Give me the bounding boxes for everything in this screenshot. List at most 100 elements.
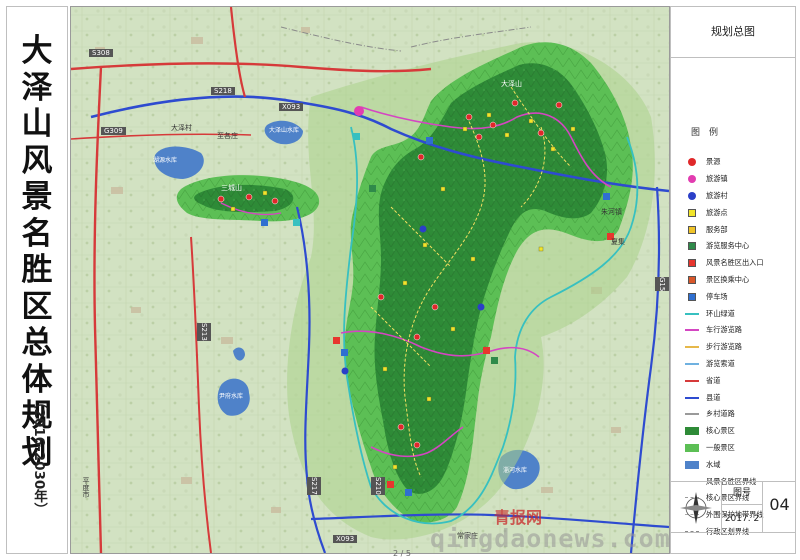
legend-symbol-square	[685, 259, 699, 268]
legend-symbol-line	[685, 410, 699, 418]
title-char: 景	[21, 179, 53, 215]
legend-label: 县道	[706, 392, 721, 402]
legend-symbol-line	[685, 394, 699, 402]
legend-label: 风景名胜区出入口	[706, 258, 764, 268]
map-heading: 规划总图	[671, 7, 795, 58]
legend-symbol-square	[685, 242, 699, 251]
scenic-area-label-west: 三城山	[221, 184, 242, 192]
legend-label: 服务部	[706, 224, 728, 234]
legend-item: 游览服务中心	[685, 238, 793, 255]
plan-years: （2016-2030年）	[31, 395, 47, 517]
legend-item: 游览索道	[685, 356, 793, 373]
road-label-s218: S218	[211, 87, 235, 95]
legend-item: 景区换乘中心	[685, 272, 793, 289]
road-label-g15: G15	[655, 277, 669, 292]
legend-label: 水域	[706, 459, 721, 469]
road-label-s217: S217	[307, 477, 321, 495]
title-char: 总	[21, 325, 53, 361]
tourist-town-marker[interactable]	[354, 106, 364, 116]
legend-item: 旅游镇	[685, 171, 793, 188]
legend-label: 景区换乘中心	[706, 274, 750, 284]
legend-item: 核心景区	[685, 423, 793, 440]
legend-item: 水域	[685, 456, 793, 473]
legend-label: 游览索道	[706, 358, 735, 368]
legend-label: 一般景区	[706, 442, 735, 452]
legend-label: 省道	[706, 375, 721, 385]
legend-symbol-area	[685, 427, 699, 436]
road-label-x093-north: X093	[279, 103, 304, 111]
plan-date: 2017. 2	[724, 514, 760, 524]
title-char: 胜	[21, 252, 53, 288]
north-arrow-cell	[671, 482, 722, 532]
scenic-area-label-north: 大泽山	[501, 80, 522, 88]
legend-item: 县道	[685, 389, 793, 406]
legend-symbol-area	[685, 443, 699, 452]
reservoir-label-southwest: 尹府水库	[219, 393, 244, 400]
legend-label: 车行游览路	[706, 325, 742, 335]
title-char: 泽	[21, 69, 53, 106]
title-char: 风	[21, 142, 53, 179]
town-label-chanzhuang: 常家庄	[457, 532, 478, 540]
reservoir-label-southeast: 淄河水库	[503, 467, 528, 474]
legend-symbol-square	[685, 225, 699, 234]
legend-item: 乡村道路	[685, 406, 793, 423]
north-arrow-icon	[680, 492, 712, 524]
title-char: 名	[21, 215, 53, 252]
road-label-s213: S213	[197, 323, 211, 341]
legend-label: 停车场	[706, 291, 728, 301]
legend-symbol-dot	[685, 158, 699, 167]
legend-symbol-square	[685, 292, 699, 301]
organization-strip	[671, 532, 795, 554]
legend-item: 景源	[685, 154, 793, 171]
title-char: 体	[21, 361, 53, 398]
title-block: 图号 04 2017. 2	[671, 481, 795, 554]
legend-symbol-dot	[685, 191, 699, 200]
legend-item: 车行游览路	[685, 322, 793, 339]
title-char: 山	[21, 106, 53, 142]
plan-sheet: 大泽山风景名胜区总体规划 （2016-2030年） S308 S218 X093…	[0, 0, 800, 560]
legend-symbol-line	[685, 343, 699, 351]
road-label-x093-south: X093	[333, 535, 358, 543]
town-label-dazecun: 大泽村	[171, 124, 192, 132]
legend-symbol-square	[685, 208, 699, 217]
map-canvas[interactable]	[71, 7, 669, 553]
legend-label: 乡村道路	[706, 409, 735, 419]
legend-label: 旅游村	[706, 190, 728, 200]
legend-label: 步行游览路	[706, 342, 742, 352]
legend-title: 图 例	[691, 128, 719, 138]
legend-label: 旅游镇	[706, 174, 728, 184]
legend-item: 步行游览路	[685, 339, 793, 356]
town-label-xiaji: 夏集	[611, 238, 625, 246]
reservoir-label-northwest: 湖源水库	[153, 157, 178, 164]
legend-symbol-line	[685, 377, 699, 385]
legend-symbol-area	[685, 460, 699, 469]
road-label-s210: S210	[371, 477, 385, 495]
title-char: 大	[21, 33, 53, 69]
legend-label: 核心景区	[706, 426, 735, 436]
legend-symbol-line	[685, 310, 699, 318]
legend-symbol-line	[685, 360, 699, 368]
legend-label: 游览服务中心	[706, 241, 750, 251]
legend-label: 旅游点	[706, 207, 728, 217]
legend-item: 停车场	[685, 288, 793, 305]
town-label-zhuhe: 朱河镇	[601, 208, 622, 216]
legend-symbol-line	[685, 326, 699, 334]
legend-label: 环山绿道	[706, 308, 735, 318]
legend-item: 旅游点	[685, 204, 793, 221]
legend-item: 服务部	[685, 221, 793, 238]
title-strip: 大泽山风景名胜区总体规划 （2016-2030年）	[6, 6, 68, 554]
town-label-pingdu: 平度市	[82, 477, 90, 498]
legend-item: 环山绿道	[685, 305, 793, 322]
town-label-zhige: 至各庄	[217, 132, 238, 140]
road-label-s308: S308	[89, 49, 113, 57]
legend-item: 一般景区	[685, 440, 793, 457]
legend-item: 风景名胜区出入口	[685, 255, 793, 272]
master-plan-map[interactable]: S308 S218 X093 X093 S213 S217 G15 G309 S…	[70, 6, 670, 554]
legend-symbol-dot	[685, 175, 699, 184]
legend-symbol-square	[685, 275, 699, 284]
legend-item: 省道	[685, 372, 793, 389]
legend-panel: 规划总图 图 例 景源旅游镇旅游村旅游点服务部游览服务中心风景名胜区出入口 景区换…	[670, 6, 796, 554]
road-label-g309: G309	[101, 127, 126, 135]
legend-item: 旅游村	[685, 188, 793, 205]
reservoir-label-north: 大泽山水库	[269, 127, 300, 134]
